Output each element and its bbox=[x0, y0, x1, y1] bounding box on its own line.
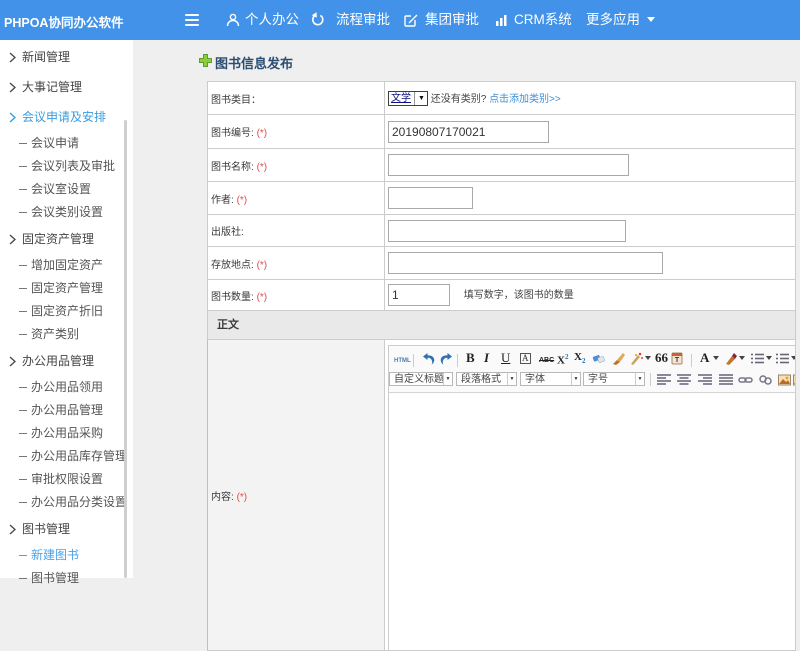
svg-text:T: T bbox=[675, 357, 680, 364]
